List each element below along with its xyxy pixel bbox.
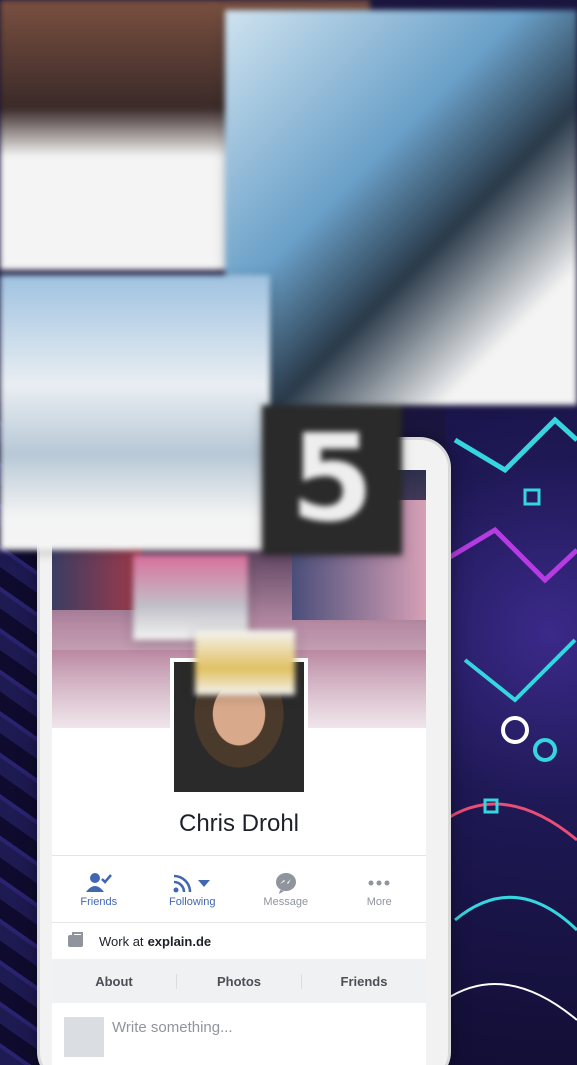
messenger-icon <box>275 870 297 896</box>
friends-button[interactable]: Friends <box>52 856 146 922</box>
tab-friends[interactable]: Friends <box>302 974 426 989</box>
post-composer[interactable]: Write something... <box>52 1003 426 1065</box>
blurred-card-small <box>133 555 248 640</box>
blurred-card-building <box>225 10 577 405</box>
blurred-digit: 5 <box>290 410 374 549</box>
following-button-label: Following <box>169 896 216 908</box>
tab-photos[interactable]: Photos <box>177 973 302 989</box>
profile-actions: Friends Following Message More <box>52 855 426 923</box>
following-button[interactable]: Following <box>146 856 240 922</box>
blurred-card-tiny <box>195 630 295 695</box>
tab-about[interactable]: About <box>52 973 177 989</box>
work-prefix: Work at <box>99 933 144 949</box>
friend-check-icon <box>85 870 112 896</box>
composer-placeholder[interactable]: Write something... <box>112 1019 233 1036</box>
floating-cards: 5 <box>0 0 577 695</box>
briefcase-icon <box>68 932 83 947</box>
message-button[interactable]: Message <box>239 856 333 922</box>
friends-button-label: Friends <box>80 896 118 908</box>
more-dots-icon <box>368 870 390 896</box>
rss-follow-icon <box>172 870 212 896</box>
profile-tabs: About Photos Friends <box>52 959 426 1003</box>
profile-name: Chris Drohl <box>178 810 300 837</box>
message-button-label: Message <box>263 896 309 908</box>
blurred-card-number: 5 <box>262 405 402 555</box>
composer-avatar <box>64 1016 104 1057</box>
more-button[interactable]: More <box>333 856 427 922</box>
blurred-card-snowboard <box>0 275 270 550</box>
more-button-label: More <box>366 896 392 908</box>
work-info: Work at explain.de <box>52 923 426 959</box>
work-company-link[interactable]: explain.de <box>148 934 212 949</box>
